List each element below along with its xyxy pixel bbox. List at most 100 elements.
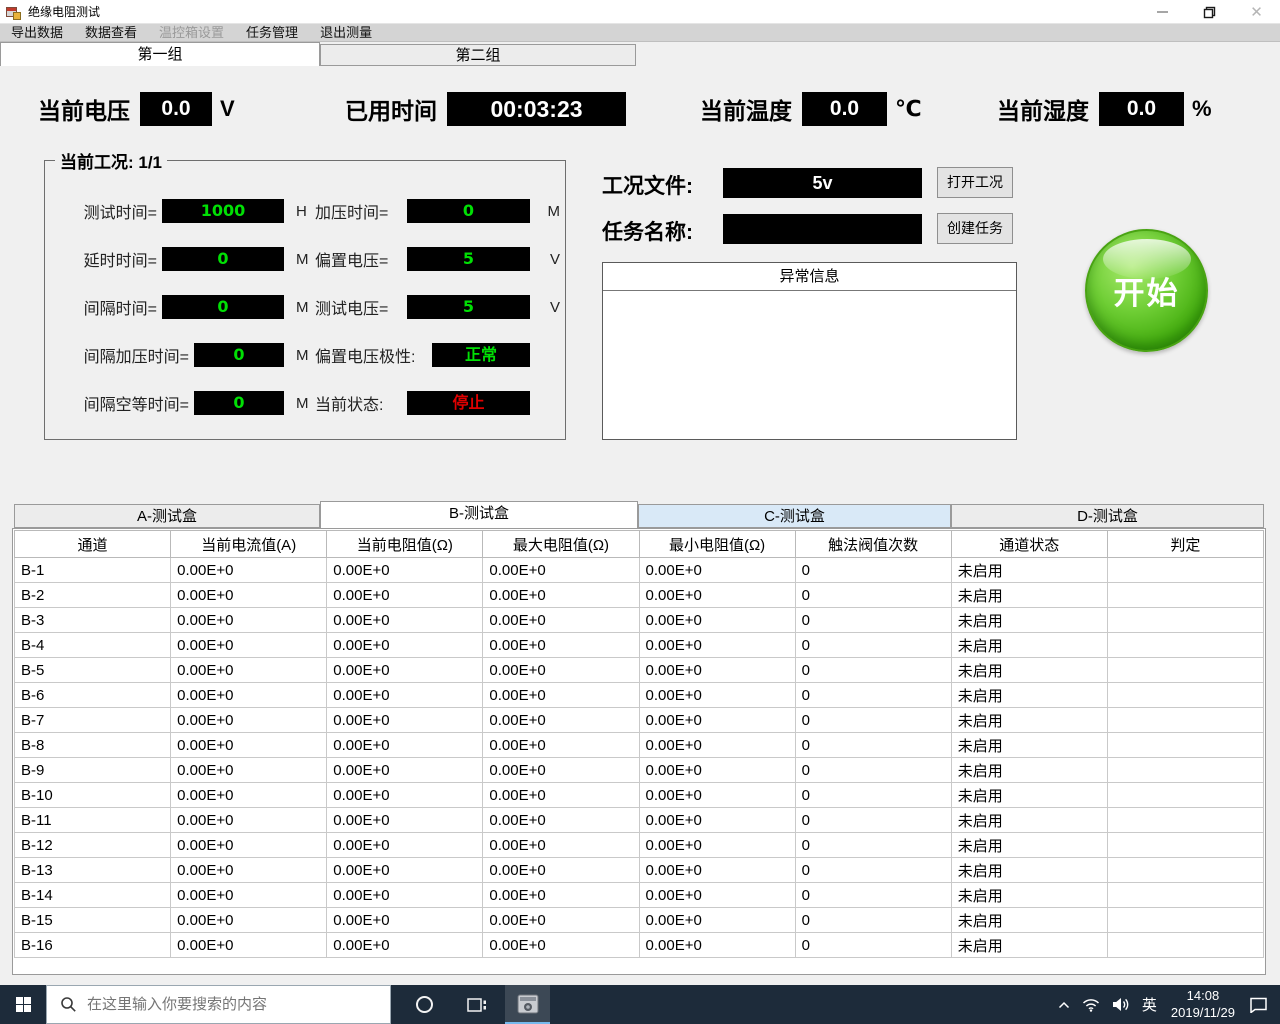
cortana-button[interactable] xyxy=(404,985,444,1024)
cell[interactable]: 0.00E+0 xyxy=(171,658,327,683)
cell[interactable]: 0.00E+0 xyxy=(327,733,483,758)
cell[interactable]: 0.00E+0 xyxy=(327,608,483,633)
cell[interactable]: 0 xyxy=(795,783,951,808)
table-row-b-7[interactable]: B-70.00E+00.00E+00.00E+00.00E+00未启用 xyxy=(15,708,1264,733)
cell[interactable]: 0.00E+0 xyxy=(483,658,639,683)
cell[interactable] xyxy=(1107,733,1263,758)
cell[interactable]: 0.00E+0 xyxy=(171,808,327,833)
table-row-b-5[interactable]: B-50.00E+00.00E+00.00E+00.00E+00未启用 xyxy=(15,658,1264,683)
cell[interactable]: 0 xyxy=(795,833,951,858)
cell[interactable]: 0.00E+0 xyxy=(327,883,483,908)
cell[interactable] xyxy=(1107,783,1263,808)
cell[interactable]: 0.00E+0 xyxy=(171,758,327,783)
cell[interactable]: 0.00E+0 xyxy=(483,908,639,933)
table-row-b-6[interactable]: B-60.00E+00.00E+00.00E+00.00E+00未启用 xyxy=(15,683,1264,708)
tab-testbox-d[interactable]: D-测试盒 xyxy=(951,504,1264,528)
cell[interactable]: 0 xyxy=(795,708,951,733)
cell[interactable]: 0.00E+0 xyxy=(171,858,327,883)
cell[interactable]: 0.00E+0 xyxy=(171,683,327,708)
cell[interactable]: 未启用 xyxy=(951,933,1107,958)
cell[interactable]: 0 xyxy=(795,583,951,608)
cell[interactable]: 0.00E+0 xyxy=(327,633,483,658)
cell[interactable]: 0.00E+0 xyxy=(483,858,639,883)
cell[interactable]: 0.00E+0 xyxy=(639,558,795,583)
cell[interactable]: 0.00E+0 xyxy=(639,608,795,633)
tab-testbox-c[interactable]: C-测试盒 xyxy=(638,504,951,528)
cell[interactable] xyxy=(1107,908,1263,933)
cell[interactable]: 0.00E+0 xyxy=(171,558,327,583)
cell[interactable]: 0 xyxy=(795,608,951,633)
cell[interactable]: B-14 xyxy=(15,883,171,908)
cell[interactable]: 0.00E+0 xyxy=(639,758,795,783)
cell[interactable]: 0 xyxy=(795,758,951,783)
cell[interactable]: B-5 xyxy=(15,658,171,683)
cell[interactable]: 0.00E+0 xyxy=(639,883,795,908)
tray-chevron-up-icon[interactable] xyxy=(1052,985,1076,1024)
cell[interactable]: 0.00E+0 xyxy=(483,933,639,958)
cell[interactable] xyxy=(1107,683,1263,708)
cell[interactable]: 未启用 xyxy=(951,858,1107,883)
cell[interactable]: 0.00E+0 xyxy=(327,658,483,683)
menu-item-5[interactable]: 退出测量 xyxy=(309,24,383,42)
cell[interactable]: B-7 xyxy=(15,708,171,733)
cell[interactable]: 0.00E+0 xyxy=(327,933,483,958)
cell[interactable]: 未启用 xyxy=(951,908,1107,933)
cell[interactable]: 0.00E+0 xyxy=(483,883,639,908)
cell[interactable]: 0.00E+0 xyxy=(639,633,795,658)
cell[interactable]: 0.00E+0 xyxy=(171,708,327,733)
table-row-b-13[interactable]: B-130.00E+00.00E+00.00E+00.00E+00未启用 xyxy=(15,858,1264,883)
start-menu-button[interactable] xyxy=(0,985,46,1024)
taskbar-app-running[interactable] xyxy=(505,985,550,1024)
cell[interactable]: B-8 xyxy=(15,733,171,758)
cell[interactable]: 0.00E+0 xyxy=(639,808,795,833)
cell[interactable]: 0 xyxy=(795,883,951,908)
cell[interactable]: 0.00E+0 xyxy=(483,583,639,608)
cell[interactable]: 未启用 xyxy=(951,683,1107,708)
cell[interactable]: 0.00E+0 xyxy=(171,908,327,933)
table-row-b-4[interactable]: B-40.00E+00.00E+00.00E+00.00E+00未启用 xyxy=(15,633,1264,658)
cell[interactable]: 未启用 xyxy=(951,833,1107,858)
cell[interactable] xyxy=(1107,883,1263,908)
cell[interactable]: 未启用 xyxy=(951,733,1107,758)
cell[interactable]: 未启用 xyxy=(951,633,1107,658)
minimize-icon[interactable] xyxy=(1139,0,1186,24)
cell[interactable]: 0 xyxy=(795,558,951,583)
cell[interactable] xyxy=(1107,658,1263,683)
cell[interactable]: 0.00E+0 xyxy=(327,858,483,883)
cell[interactable] xyxy=(1107,858,1263,883)
menu-item-1[interactable]: 导出数据 xyxy=(0,24,74,42)
cell[interactable]: 未启用 xyxy=(951,808,1107,833)
cell[interactable]: 0.00E+0 xyxy=(639,683,795,708)
cell[interactable]: 未启用 xyxy=(951,558,1107,583)
cell[interactable]: B-1 xyxy=(15,558,171,583)
table-row-b-11[interactable]: B-110.00E+00.00E+00.00E+00.00E+00未启用 xyxy=(15,808,1264,833)
cell[interactable]: 0.00E+0 xyxy=(639,933,795,958)
cell[interactable]: 未启用 xyxy=(951,608,1107,633)
cell[interactable]: B-13 xyxy=(15,858,171,883)
table-row-b-14[interactable]: B-140.00E+00.00E+00.00E+00.00E+00未启用 xyxy=(15,883,1264,908)
cell[interactable] xyxy=(1107,708,1263,733)
cell[interactable]: B-11 xyxy=(15,808,171,833)
cell[interactable]: 0.00E+0 xyxy=(483,708,639,733)
cell[interactable]: 0.00E+0 xyxy=(171,733,327,758)
cell[interactable]: 0.00E+0 xyxy=(483,683,639,708)
cell[interactable] xyxy=(1107,633,1263,658)
start-button[interactable]: 开始 xyxy=(1085,229,1208,352)
cell[interactable]: 0.00E+0 xyxy=(483,608,639,633)
menu-item-2[interactable]: 数据查看 xyxy=(74,24,148,42)
table-row-b-1[interactable]: B-10.00E+00.00E+00.00E+00.00E+00未启用 xyxy=(15,558,1264,583)
cell[interactable]: 0.00E+0 xyxy=(171,933,327,958)
cell[interactable]: 未启用 xyxy=(951,883,1107,908)
cell[interactable]: 0.00E+0 xyxy=(639,783,795,808)
tab-testbox-b[interactable]: B-测试盒 xyxy=(320,501,638,528)
menu-item-4[interactable]: 任务管理 xyxy=(235,24,309,42)
tab-testbox-a[interactable]: A-测试盒 xyxy=(14,504,320,528)
cell[interactable]: B-4 xyxy=(15,633,171,658)
cell[interactable]: 0.00E+0 xyxy=(483,808,639,833)
cell[interactable]: 0.00E+0 xyxy=(483,733,639,758)
cell[interactable]: B-9 xyxy=(15,758,171,783)
cell[interactable]: B-16 xyxy=(15,933,171,958)
cell[interactable]: B-3 xyxy=(15,608,171,633)
cell[interactable]: 未启用 xyxy=(951,583,1107,608)
cell[interactable]: 0 xyxy=(795,908,951,933)
